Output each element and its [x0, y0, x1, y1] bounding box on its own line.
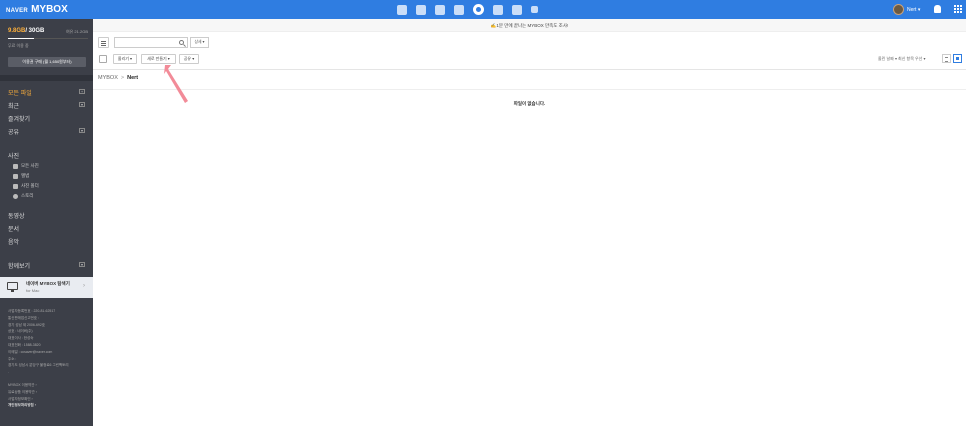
footer-line: 주소 : [8, 356, 17, 361]
sidebar-item-label: 앨범 [21, 173, 30, 178]
sidebar-item-label: 함께보기 [8, 264, 31, 270]
buy-plan-button[interactable]: 이용권 구매 (월 1,650원부터) [8, 57, 86, 67]
folder-icon [13, 183, 18, 189]
sidebar-divider [0, 75, 93, 81]
plus-icon[interactable]: + [79, 89, 85, 94]
sidebar-item-video[interactable]: 동영상 [8, 211, 25, 220]
avatar [893, 4, 904, 15]
memo-icon[interactable] [493, 4, 503, 15]
story-icon [13, 193, 18, 199]
apps-grid-icon[interactable] [954, 5, 962, 13]
storage-quota: 9.8GB/ 30GB 여유 21.2GB [8, 28, 88, 34]
business-info-link[interactable]: 사업자정보확인 › [8, 396, 90, 403]
menu-toggle-button[interactable] [98, 37, 109, 48]
footer-line: 상호 : 네이버(주) [8, 329, 33, 334]
sidebar-item-shared[interactable]: 공유 ▾ [8, 127, 85, 136]
sidebar-item-all-photos[interactable]: 모든 사진 [13, 163, 39, 169]
sidebar-item-label: 즐겨찾기 [8, 117, 31, 123]
bell-icon[interactable] [934, 5, 941, 13]
upload-button[interactable]: 올리기 ▾ [113, 54, 137, 64]
brand-logo[interactable]: NAVER MYBOX [6, 4, 68, 15]
search-icon[interactable] [179, 40, 184, 45]
sidebar-item-music[interactable]: 음악 [8, 237, 19, 246]
calendar-icon[interactable] [416, 4, 426, 15]
sidebar-item-label: 공유 [8, 130, 20, 136]
mac-explorer-banner[interactable]: 네이버 MYBOX 탐색기 for Mac › [0, 277, 93, 298]
sidebar-item-recent[interactable]: 최근 ▾ [8, 101, 85, 110]
app-switcher [397, 3, 538, 16]
mail-icon[interactable] [397, 4, 407, 15]
sidebar-item-label: 모든 사진 [21, 163, 39, 168]
empty-state-message: 파일이 없습니다. [513, 101, 546, 106]
survey-banner-text: 1분 만에 끝나는 MYBOX 만족도 조사! [496, 23, 569, 28]
detail-search-button[interactable]: 상세 ▾ [190, 37, 209, 48]
footer-line: 사업자등록번호 : 220-81-62517 [8, 309, 56, 313]
naver-logo-text: NAVER [6, 8, 29, 14]
privacy-policy-link[interactable]: 개인정보처리방침 › [8, 402, 90, 409]
footer-line: 대표전화 : 1588-3820 [8, 342, 41, 347]
sidebar-item-label: 사진 폴더 [21, 183, 39, 188]
mac-banner-title: 네이버 MYBOX 탐색기 [26, 281, 70, 286]
sidebar-item-label: 스토리 [21, 193, 34, 198]
contacts-icon[interactable] [454, 4, 464, 15]
sidebar-item-label: 모든 파일 [8, 91, 32, 97]
more-icon[interactable] [531, 6, 538, 13]
photo-section-title[interactable]: 사진 [8, 151, 19, 160]
footer-line: . [8, 370, 9, 375]
sidebar-item-all-files[interactable]: 모든 파일 + [8, 88, 85, 97]
grid-view-icon[interactable] [953, 54, 962, 63]
chevron-down-icon[interactable]: ▾ [79, 262, 85, 267]
footer-line: 통신판매업신고번호 : [8, 315, 39, 320]
sidebar-item-story[interactable]: 스토리 [13, 193, 33, 199]
paid-terms-link[interactable]: 유료상품 이용약관 › [8, 389, 90, 396]
top-bar: NAVER MYBOX Nert ▾ [0, 0, 966, 19]
storage-used: 9.8GB [8, 28, 26, 34]
select-all-checkbox[interactable] [99, 55, 107, 63]
footer-line: 이메일 : ccsaver@naver.com [8, 349, 53, 354]
user-menu[interactable]: Nert ▾ [893, 4, 920, 15]
photo-icon [13, 163, 18, 169]
mybox-icon[interactable] [473, 4, 484, 15]
breadcrumb-separator: > [120, 75, 125, 81]
sort-options[interactable]: 올린 날짜 ▾ 최신 항목 우선 ▾ [878, 56, 925, 62]
sidebar-item-photo-folder[interactable]: 사진 폴더 [13, 183, 39, 189]
keep-icon[interactable] [512, 4, 522, 15]
breadcrumb-root[interactable]: MYBOX [98, 75, 118, 81]
breadcrumb: MYBOX > Nert [98, 75, 138, 81]
toolbar-divider [93, 69, 966, 70]
pointer-arrow-annotation [164, 65, 188, 103]
company-info: 사업자등록번호 : 220-81-62517 통신판매업신고번호 : 경기 성남… [8, 308, 90, 409]
terms-link[interactable]: MYBOX 이용약관 › [8, 382, 90, 389]
album-icon [13, 173, 18, 179]
search-input[interactable] [114, 37, 188, 48]
sidebar-item-documents[interactable]: 문서 [8, 224, 19, 233]
plan-label: 무료 이용 중 [8, 43, 29, 48]
monitor-icon [7, 282, 18, 292]
mybox-logo-text: MYBOX [31, 4, 68, 15]
storage-remaining: 여유 21.2GB [65, 29, 88, 34]
footer-line: 경기도 성남시 분당구 불정로6 그린팩토리 [8, 363, 69, 368]
breadcrumb-current: Nert [127, 75, 139, 81]
sidebar-item-label: 최근 [8, 104, 20, 110]
mac-banner-subtitle: for Mac [26, 288, 40, 293]
sidebar-item-view-together[interactable]: 함께보기 ▾ [8, 261, 85, 270]
footer-line: 경기 성남 제 2006-692호 [8, 322, 46, 327]
list-icon[interactable] [435, 4, 445, 15]
storage-total: / 30GB [25, 28, 45, 34]
chevron-down-icon[interactable]: ▾ [79, 128, 85, 133]
content-divider [93, 89, 966, 90]
list-view-icon[interactable] [942, 54, 951, 63]
storage-bar-fill [8, 38, 35, 39]
footer-line: 대표이사 : 한성숙 [8, 336, 34, 341]
survey-banner[interactable]: ✍1분 만에 끝나는 MYBOX 만족도 조사! [93, 19, 966, 32]
storage-bar [8, 38, 88, 39]
sidebar-item-favorites[interactable]: 즐겨찾기 [8, 114, 85, 123]
chevron-down-icon[interactable]: ▾ [79, 102, 85, 107]
sidebar: 9.8GB/ 30GB 여유 21.2GB 무료 이용 중 이용권 구매 (월 … [0, 19, 93, 426]
chevron-right-icon: › [83, 283, 85, 289]
user-name: Nert ▾ [907, 6, 921, 13]
sidebar-item-album[interactable]: 앨범 [13, 173, 29, 179]
